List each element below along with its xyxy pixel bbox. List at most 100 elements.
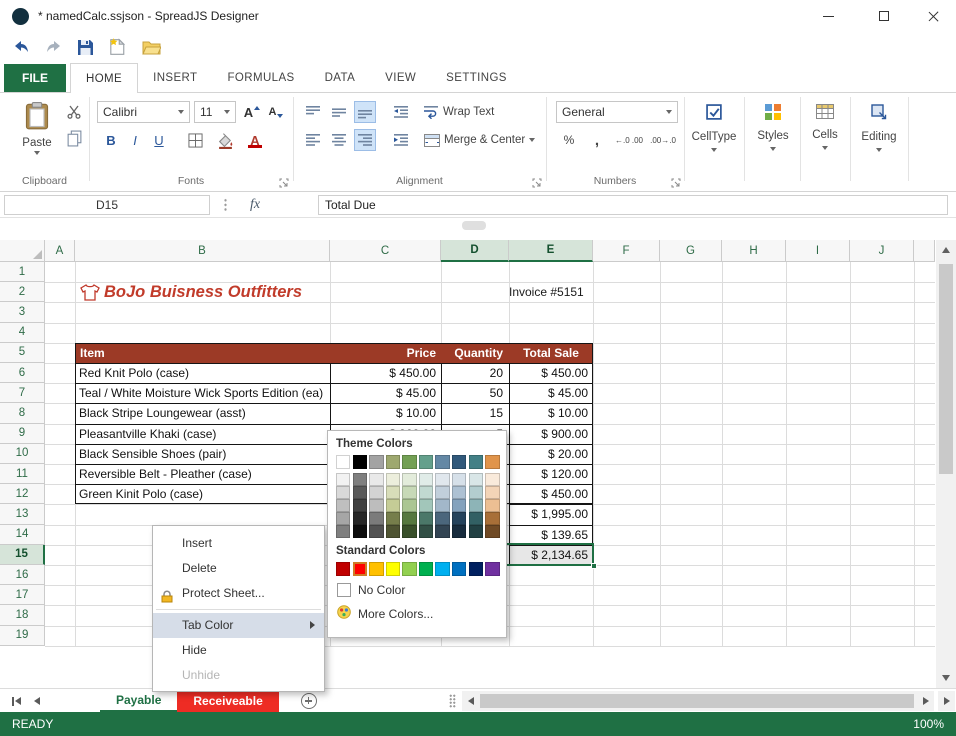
- theme-color-swatch[interactable]: [402, 512, 416, 525]
- standard-color-swatch[interactable]: [402, 562, 416, 576]
- theme-color-swatch[interactable]: [452, 499, 466, 512]
- menu-separator: [156, 609, 321, 610]
- theme-color-swatch[interactable]: [353, 486, 367, 499]
- theme-color-swatch[interactable]: [485, 473, 499, 486]
- theme-color-swatch[interactable]: [336, 512, 350, 525]
- no-color-swatch: [337, 583, 351, 597]
- vertical-scrollbar[interactable]: [936, 240, 956, 688]
- theme-color-swatch[interactable]: [369, 455, 383, 469]
- theme-color-swatch[interactable]: [435, 473, 449, 486]
- theme-color-swatch[interactable]: [369, 512, 383, 525]
- theme-color-swatch[interactable]: [435, 455, 449, 469]
- theme-color-swatch[interactable]: [452, 486, 466, 499]
- theme-color-swatch[interactable]: [419, 455, 433, 469]
- theme-color-swatch[interactable]: [419, 473, 433, 486]
- no-color-option[interactable]: No Color: [328, 580, 506, 600]
- standard-color-swatch[interactable]: [369, 562, 383, 576]
- theme-color-swatch[interactable]: [353, 473, 367, 486]
- theme-color-swatch[interactable]: [469, 525, 483, 538]
- scroll-right-button[interactable]: [917, 691, 934, 711]
- menu-item-label: Insert: [182, 536, 212, 550]
- theme-color-swatch[interactable]: [485, 486, 499, 499]
- theme-color-swatch[interactable]: [452, 512, 466, 525]
- selection-fill-handle[interactable]: [591, 563, 597, 569]
- standard-color-swatch[interactable]: [353, 562, 367, 576]
- standard-color-swatch[interactable]: [485, 562, 499, 576]
- theme-color-swatch[interactable]: [419, 486, 433, 499]
- theme-color-swatch[interactable]: [485, 512, 499, 525]
- theme-color-swatch[interactable]: [353, 525, 367, 538]
- theme-color-swatch[interactable]: [485, 455, 499, 469]
- theme-color-swatch[interactable]: [402, 473, 416, 486]
- theme-color-swatch[interactable]: [469, 499, 483, 512]
- add-sheet-button[interactable]: [301, 693, 317, 709]
- menu-item-unhide[interactable]: Unhide: [153, 663, 324, 688]
- theme-color-swatch[interactable]: [336, 473, 350, 486]
- theme-color-swatch[interactable]: [402, 525, 416, 538]
- theme-color-swatch[interactable]: [402, 455, 416, 469]
- more-colors-option[interactable]: More Colors...: [328, 602, 506, 625]
- theme-color-swatch[interactable]: [402, 499, 416, 512]
- theme-color-swatch[interactable]: [369, 473, 383, 486]
- theme-color-swatch[interactable]: [369, 486, 383, 499]
- theme-color-swatch[interactable]: [419, 499, 433, 512]
- theme-color-swatch[interactable]: [336, 455, 350, 469]
- theme-color-swatch[interactable]: [386, 455, 400, 469]
- theme-color-swatch[interactable]: [353, 512, 367, 525]
- theme-color-swatch[interactable]: [469, 512, 483, 525]
- menu-item-delete[interactable]: Delete: [153, 556, 324, 581]
- menu-item-protect-sheet[interactable]: Protect Sheet...: [153, 581, 324, 606]
- theme-color-swatch[interactable]: [435, 499, 449, 512]
- theme-color-swatch[interactable]: [386, 512, 400, 525]
- theme-color-swatch[interactable]: [369, 499, 383, 512]
- theme-color-swatch[interactable]: [386, 499, 400, 512]
- theme-color-swatch[interactable]: [353, 455, 367, 469]
- theme-color-swatch[interactable]: [435, 486, 449, 499]
- theme-color-swatch[interactable]: [452, 455, 466, 469]
- theme-color-swatch[interactable]: [469, 486, 483, 499]
- standard-color-swatch[interactable]: [386, 562, 400, 576]
- sheet-tab-receiveable[interactable]: Receiveable: [177, 689, 278, 713]
- standard-color-swatch[interactable]: [452, 562, 466, 576]
- theme-color-swatch[interactable]: [485, 525, 499, 538]
- menu-item-tab-color[interactable]: Tab Color: [153, 613, 324, 638]
- theme-color-swatch[interactable]: [469, 455, 483, 469]
- tab-area-splitter[interactable]: [449, 694, 456, 708]
- theme-color-swatch[interactable]: [386, 525, 400, 538]
- next-sheet-button[interactable]: [938, 691, 955, 711]
- theme-color-swatch[interactable]: [369, 525, 383, 538]
- theme-color-swatch[interactable]: [435, 512, 449, 525]
- standard-color-swatch[interactable]: [469, 562, 483, 576]
- zoom-level[interactable]: 100%: [913, 717, 944, 731]
- theme-color-swatch[interactable]: [435, 525, 449, 538]
- first-sheet-button[interactable]: [6, 689, 26, 713]
- standard-color-swatch[interactable]: [419, 562, 433, 576]
- theme-color-swatch[interactable]: [336, 486, 350, 499]
- theme-color-swatch[interactable]: [402, 486, 416, 499]
- theme-color-swatch[interactable]: [336, 525, 350, 538]
- theme-color-swatch[interactable]: [469, 473, 483, 486]
- horizontal-scrollbar[interactable]: [462, 691, 934, 711]
- scroll-left-button[interactable]: [462, 691, 479, 711]
- menu-item-hide[interactable]: Hide: [153, 638, 324, 663]
- scroll-up-button[interactable]: [936, 242, 956, 258]
- standard-color-swatch[interactable]: [435, 562, 449, 576]
- theme-color-swatch[interactable]: [386, 486, 400, 499]
- scroll-down-button[interactable]: [936, 670, 956, 686]
- palette-icon: [337, 605, 351, 622]
- horizontal-scroll-thumb[interactable]: [480, 694, 914, 708]
- menu-item-insert[interactable]: Insert: [153, 531, 324, 556]
- theme-color-swatch[interactable]: [386, 473, 400, 486]
- standard-color-swatch[interactable]: [336, 562, 350, 576]
- sheet-tab-payable[interactable]: Payable: [100, 689, 177, 713]
- arrow-left-icon: [34, 697, 40, 705]
- theme-color-swatch[interactable]: [452, 525, 466, 538]
- theme-color-swatch[interactable]: [336, 499, 350, 512]
- theme-color-swatch[interactable]: [419, 525, 433, 538]
- theme-color-swatch[interactable]: [452, 473, 466, 486]
- previous-sheet-button[interactable]: [28, 689, 46, 713]
- vertical-scroll-thumb[interactable]: [939, 264, 953, 474]
- theme-color-swatch[interactable]: [419, 512, 433, 525]
- theme-color-swatch[interactable]: [353, 499, 367, 512]
- theme-color-swatch[interactable]: [485, 499, 499, 512]
